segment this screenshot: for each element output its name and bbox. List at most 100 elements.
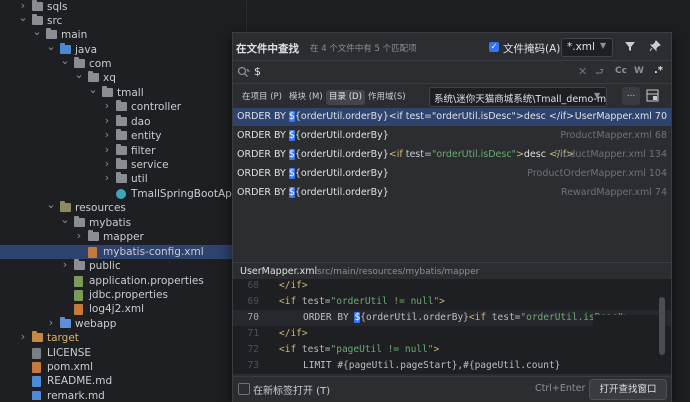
chevron-down-icon[interactable]: ⌄ xyxy=(60,213,70,227)
tree-item[interactable]: › dao xyxy=(0,114,246,129)
tree-item[interactable]: log4j2.xml xyxy=(0,302,246,316)
tree-item[interactable]: › entity xyxy=(0,128,246,143)
preview-toggle-icon[interactable] xyxy=(646,89,659,102)
chevron-down-icon[interactable]: ⌄ xyxy=(18,11,28,25)
tree-item[interactable]: ⌄ xq xyxy=(0,68,246,85)
popup-title: 在文件中查找 xyxy=(236,43,299,55)
chevron-down-icon[interactable]: ⌄ xyxy=(32,25,42,39)
line-number: 68 xyxy=(247,280,259,291)
pin-icon[interactable] xyxy=(649,40,661,52)
folder-icon xyxy=(32,331,43,342)
chevron-right-icon[interactable]: › xyxy=(74,229,84,243)
line-number: 73 xyxy=(247,360,259,371)
chevron-down-icon[interactable]: ⌄ xyxy=(74,68,84,82)
new-line-icon[interactable]: ⮐ xyxy=(595,65,604,82)
tree-item[interactable]: › controller xyxy=(0,99,246,114)
tree-item-label: resources xyxy=(75,202,126,214)
file-mask-checkbox[interactable]: ✓ xyxy=(489,42,499,52)
xml-file-icon xyxy=(32,362,41,373)
tree-item[interactable]: ⌄ mybatis xyxy=(0,213,246,230)
chevron-down-icon[interactable]: ⌄ xyxy=(46,40,56,54)
tree-item-label: tmall xyxy=(117,87,144,99)
line-number: 71 xyxy=(247,328,259,339)
scrollbar[interactable] xyxy=(659,297,665,355)
md-file-icon xyxy=(32,376,41,387)
tree-item-label: util xyxy=(131,173,148,185)
whole-words-icon[interactable]: W xyxy=(634,66,644,76)
tree-item[interactable]: LICENSE xyxy=(0,346,246,360)
tree-item-label: public xyxy=(89,260,121,272)
result-row[interactable]: ORDER BY ${orderUtil.orderBy}<if test="o… xyxy=(233,108,671,126)
chevron-right-icon[interactable]: › xyxy=(102,143,112,157)
directory-select[interactable]: 系统\迷你天猫商城系统\Tmall_demo-m ▼ xyxy=(429,87,607,107)
chevron-down-icon[interactable]: ⌄ xyxy=(88,83,98,97)
tree-item[interactable]: › public xyxy=(0,258,246,273)
chevron-down-icon: ▼ xyxy=(594,91,601,100)
chevron-down-icon[interactable]: ⌄ xyxy=(60,54,70,68)
prop-file-icon xyxy=(74,290,83,301)
scope-tab[interactable]: 目录 (D) xyxy=(326,90,365,105)
chevron-right-icon[interactable]: › xyxy=(18,330,28,344)
tree-item[interactable]: › target xyxy=(0,330,246,345)
scope-tab[interactable]: 模块 (M) xyxy=(286,90,326,105)
regex-icon[interactable]: .* xyxy=(654,65,663,76)
folder-icon xyxy=(116,172,127,183)
tree-item[interactable]: ⌄ tmall xyxy=(0,83,246,100)
match-case-icon[interactable]: Cc xyxy=(615,66,627,76)
result-text: ORDER BY ${orderUtil.orderBy} xyxy=(237,130,389,141)
tree-item-label: src xyxy=(47,15,63,27)
file-mask-select[interactable]: *.xml ▼ xyxy=(561,38,613,57)
tree-item[interactable]: pom.xml xyxy=(0,360,246,374)
tree-item[interactable]: README.md xyxy=(0,374,246,388)
tree-item-label: pom.xml xyxy=(47,361,94,373)
scope-tab[interactable]: 在项目 (P) xyxy=(239,90,285,105)
chevron-right-icon[interactable]: › xyxy=(102,157,112,171)
folder-icon xyxy=(88,71,99,82)
tree-item[interactable]: mybatis-config.xml xyxy=(0,245,246,259)
tree-item[interactable]: remark.md xyxy=(0,389,246,400)
open-in-new-tab-checkbox[interactable] xyxy=(238,383,250,395)
line-number: 69 xyxy=(247,296,259,307)
tree-item[interactable]: ⌄ java xyxy=(0,40,246,57)
tree-item-label: main xyxy=(61,29,88,41)
tree-item-label: mybatis xyxy=(89,217,132,229)
chevron-right-icon[interactable]: › xyxy=(46,316,56,330)
search-icon[interactable] xyxy=(237,66,250,78)
tree-item[interactable]: › filter xyxy=(0,143,246,158)
tree-item[interactable]: ⌄ com xyxy=(0,54,246,71)
chevron-down-icon[interactable]: ⌄ xyxy=(46,198,56,212)
chevron-right-icon[interactable]: › xyxy=(102,128,112,142)
tree-item[interactable]: › sqls xyxy=(0,0,246,14)
clear-icon[interactable]: ✕ xyxy=(578,65,587,78)
result-location: ProductMapper.xml 134 xyxy=(554,149,667,160)
browse-button[interactable]: ... xyxy=(622,87,640,105)
tree-item[interactable]: ⌄ main xyxy=(0,25,246,42)
chevron-right-icon[interactable]: › xyxy=(102,114,112,128)
folder-icon xyxy=(116,144,127,155)
tree-item[interactable]: TmallSpringBootApplicat xyxy=(0,187,246,201)
chevron-right-icon[interactable]: › xyxy=(60,258,70,272)
tree-item[interactable]: › mapper xyxy=(0,229,246,244)
tree-item[interactable]: › util xyxy=(0,171,246,186)
result-location: UserMapper.xml 70 xyxy=(574,111,667,122)
scope-tab[interactable]: 作用域(S) xyxy=(365,90,409,105)
chevron-right-icon[interactable]: › xyxy=(102,171,112,185)
result-row[interactable]: ORDER BY ${orderUtil.orderBy} ProductOrde… xyxy=(233,165,671,183)
tree-item[interactable]: jdbc.properties xyxy=(0,288,246,302)
file-mask-value: *.xml xyxy=(567,41,595,53)
code-text: </if> xyxy=(279,328,308,339)
tree-item[interactable]: ⌄ resources xyxy=(0,198,246,215)
folder-icon xyxy=(116,115,127,126)
chevron-right-icon[interactable]: › xyxy=(102,99,112,113)
search-input[interactable]: $ xyxy=(254,65,261,78)
tree-item-label: TmallSpringBootApplicat xyxy=(131,188,246,200)
open-find-window-button[interactable]: 打开查找窗口 xyxy=(589,379,667,400)
tree-item[interactable]: › webapp xyxy=(0,316,246,331)
result-row[interactable]: ORDER BY ${orderUtil.orderBy} ProductMapp… xyxy=(233,127,671,145)
tree-item[interactable]: application.properties xyxy=(0,274,246,288)
filter-icon[interactable] xyxy=(624,40,636,52)
tree-item[interactable]: › service xyxy=(0,157,246,172)
result-row[interactable]: ORDER BY ${orderUtil.orderBy}<if test="o… xyxy=(233,146,671,164)
result-row[interactable]: ORDER BY ${orderUtil.orderBy} RewardMappe… xyxy=(233,184,671,202)
result-location: RewardMapper.xml 74 xyxy=(561,187,667,198)
